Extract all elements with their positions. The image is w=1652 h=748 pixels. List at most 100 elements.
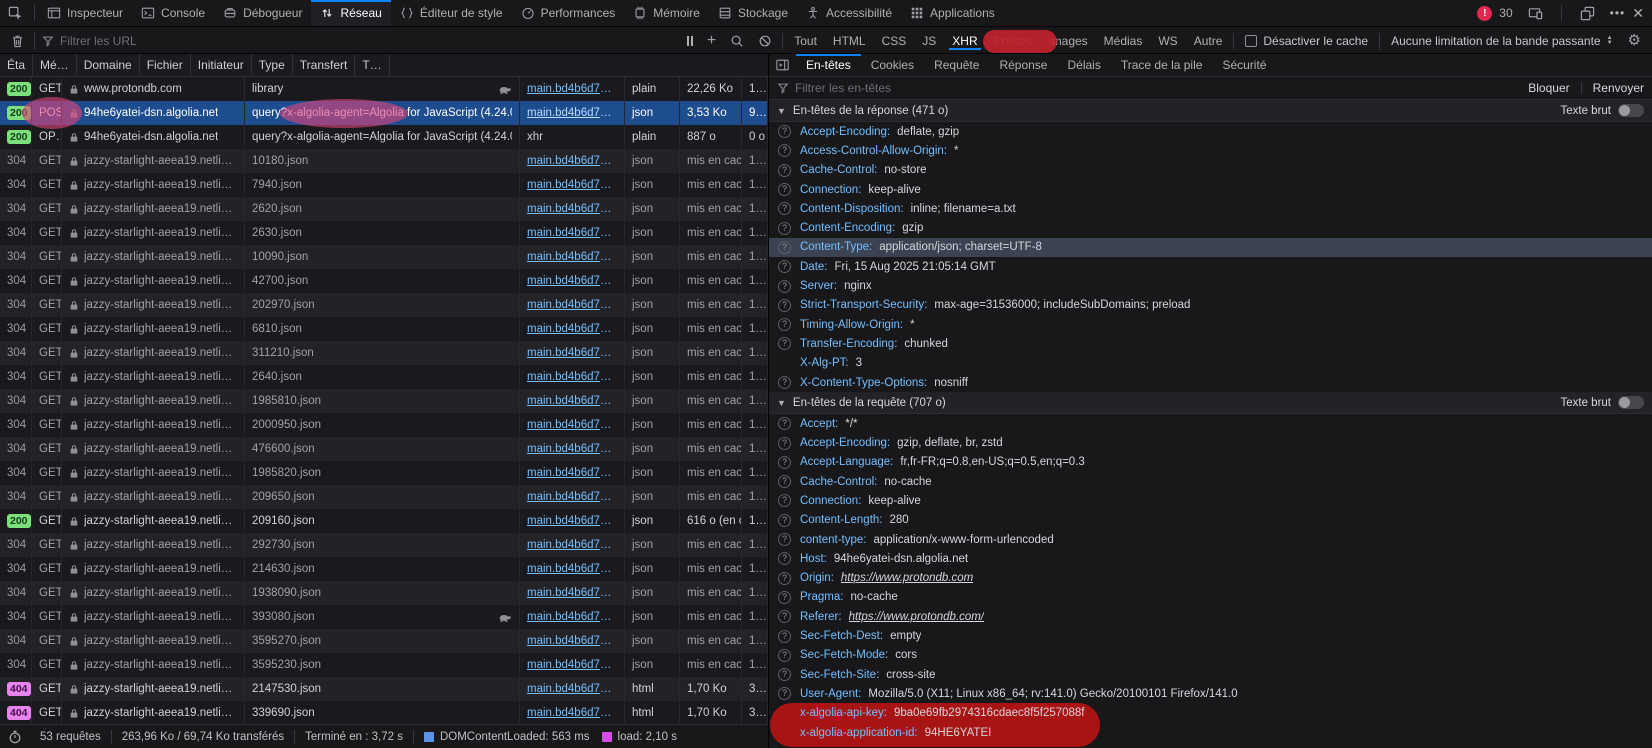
initiator-link[interactable]: xhr	[527, 131, 543, 143]
initiator-link[interactable]: main.bd4b6d75.j…	[527, 179, 617, 191]
header-row[interactable]: ? Host 94he6yatei-dsn.algolia.net	[769, 549, 1652, 568]
column-header[interactable]: Fichier	[140, 54, 191, 76]
header-help-icon[interactable]: ?	[778, 437, 791, 450]
request-row[interactable]: 200 OP… 94he6yatei-dsn.algolia.net query…	[0, 125, 768, 149]
header-help-icon[interactable]: ?	[778, 475, 791, 488]
pause-traffic-icon[interactable]	[680, 36, 700, 46]
header-help-icon[interactable]: ?	[778, 533, 791, 546]
request-row[interactable]: 304 GET jazzy-starlight-aeea19.netli… 79…	[0, 173, 768, 197]
initiator-link[interactable]: main.bd4b6d75.j…	[527, 587, 617, 599]
request-row[interactable]: 304 GET jazzy-starlight-aeea19.netli… 31…	[0, 341, 768, 365]
column-header[interactable]: Initiateur	[191, 54, 252, 76]
header-row[interactable]: ? User-Agent Mozilla/5.0 (X11; Linux x86…	[769, 684, 1652, 703]
request-row[interactable]: 304 GET jazzy-starlight-aeea19.netli… 10…	[0, 245, 768, 269]
header-help-icon[interactable]: ?	[778, 552, 791, 565]
clear-requests-icon[interactable]	[4, 34, 31, 48]
meatballs-menu-icon[interactable]: •••	[1610, 7, 1626, 19]
column-header[interactable]: Éta	[0, 54, 33, 76]
header-row[interactable]: ? Sec-Fetch-Site cross-site	[769, 665, 1652, 684]
header-help-icon[interactable]: ?	[778, 687, 791, 700]
header-help-icon[interactable]: ?	[778, 494, 791, 507]
initiator-link[interactable]: main.bd4b6d75.j…	[527, 443, 617, 455]
toolbox-tab[interactable]: Console	[132, 0, 214, 26]
search-icon[interactable]	[723, 34, 751, 48]
toolbox-tab[interactable]: Débogueur	[214, 0, 311, 26]
request-row[interactable]: 304 GET jazzy-starlight-aeea19.netli… 68…	[0, 317, 768, 341]
header-row[interactable]: ? Strict-Transport-Security max-age=3153…	[769, 296, 1652, 315]
request-row[interactable]: 304 GET jazzy-starlight-aeea19.netli… 20…	[0, 293, 768, 317]
request-row[interactable]: 200 GET jazzy-starlight-aeea19.netli… 20…	[0, 509, 768, 533]
header-help-icon[interactable]: ?	[778, 222, 791, 235]
column-header[interactable]: Type	[252, 54, 293, 76]
network-settings-gear-icon[interactable]: ⚙	[1621, 33, 1648, 48]
header-help-icon[interactable]: ?	[778, 649, 791, 662]
initiator-link[interactable]: main.bd4b6d75.j…	[527, 227, 617, 239]
request-row[interactable]: 304 GET jazzy-starlight-aeea19.netli… 29…	[0, 533, 768, 557]
header-row[interactable]: ? Content-Type application/json; charset…	[769, 238, 1652, 257]
header-row[interactable]: ? X-Content-Type-Options nosniff	[769, 373, 1652, 392]
initiator-link[interactable]: main.bd4b6d75.j…	[527, 515, 617, 527]
separate-window-icon[interactable]	[1572, 6, 1603, 21]
header-help-icon[interactable]: ?	[778, 591, 791, 604]
request-row[interactable]: 304 GET jazzy-starlight-aeea19.netli… 26…	[0, 197, 768, 221]
header-help-icon[interactable]: ?	[778, 299, 791, 312]
details-tab[interactable]: Trace de la pile	[1111, 54, 1213, 76]
load-time[interactable]: load: 2,10 s	[600, 731, 687, 743]
filter-pill[interactable]: HTML	[825, 30, 874, 52]
initiator-link[interactable]: main.bd4b6d75.j…	[527, 83, 617, 95]
header-row[interactable]: ? Sec-Fetch-Dest empty	[769, 626, 1652, 645]
filter-pill[interactable]: CSS	[874, 30, 915, 52]
close-devtools-icon[interactable]: ✕	[1632, 6, 1644, 20]
details-tab[interactable]: Réponse	[989, 54, 1057, 76]
header-row[interactable]: ? Pragma no-cache	[769, 588, 1652, 607]
filter-pill[interactable]: Images	[1040, 30, 1095, 52]
filter-pill[interactable]: JS	[914, 30, 944, 52]
header-help-icon[interactable]: ?	[778, 260, 791, 273]
reload-perf-icon[interactable]	[0, 730, 30, 744]
filter-pill[interactable]: WS	[1150, 30, 1185, 52]
request-row[interactable]: 304 GET jazzy-starlight-aeea19.netli… 35…	[0, 629, 768, 653]
details-tab[interactable]: Requête	[924, 54, 989, 76]
details-tab[interactable]: Délais	[1057, 54, 1110, 76]
initiator-link[interactable]: main.bd4b6d75.j…	[527, 683, 617, 695]
initiator-link[interactable]: main.bd4b6d75.j…	[527, 419, 617, 431]
header-row[interactable]: ? Accept-Encoding deflate, gzip	[769, 122, 1652, 141]
toggle-details-pane-icon[interactable]	[769, 54, 796, 76]
request-row[interactable]: 304 GET jazzy-starlight-aeea19.netli… 19…	[0, 581, 768, 605]
request-row[interactable]: 304 GET jazzy-starlight-aeea19.netli… 19…	[0, 389, 768, 413]
header-row[interactable]: ? Referer https://www.protondb.com/	[769, 607, 1652, 626]
initiator-link[interactable]: main.bd4b6d75.j…	[527, 611, 617, 623]
request-row[interactable]: 304 GET jazzy-starlight-aeea19.netli… 10…	[0, 149, 768, 173]
header-row[interactable]: ? X-Alg-PT 3	[769, 354, 1652, 373]
block-request-icon[interactable]	[751, 34, 779, 48]
filter-pill[interactable]: XHR	[944, 30, 985, 52]
header-row[interactable]: ? x-algolia-api-key 9ba0e69fb2974316cdae…	[769, 704, 1652, 723]
toolbox-tab[interactable]: Inspecteur	[38, 0, 132, 26]
header-help-icon[interactable]: ?	[778, 125, 791, 138]
header-help-icon[interactable]: ?	[778, 630, 791, 643]
header-help-icon[interactable]: ?	[778, 318, 791, 331]
raw-toggle-switch[interactable]	[1618, 104, 1644, 117]
header-help-icon[interactable]: ?	[778, 202, 791, 215]
header-row[interactable]: ? content-type application/x-www-form-ur…	[769, 530, 1652, 549]
header-row[interactable]: ? Sec-Fetch-Mode cors	[769, 646, 1652, 665]
header-row[interactable]: ? Timing-Allow-Origin *	[769, 315, 1652, 334]
header-row[interactable]: ? Accept-Encoding gzip, deflate, br, zst…	[769, 433, 1652, 452]
header-row[interactable]: ? Accept-Language fr,fr-FR;q=0.8,en-US;q…	[769, 453, 1652, 472]
header-help-icon[interactable]: ?	[778, 456, 791, 469]
header-row[interactable]: ? Origin https://www.protondb.com	[769, 569, 1652, 588]
request-row[interactable]: 304 GET jazzy-starlight-aeea19.netli… 20…	[0, 485, 768, 509]
header-row[interactable]: ? Content-Disposition inline; filename=a…	[769, 199, 1652, 218]
request-row[interactable]: 404 GET jazzy-starlight-aeea19.netli… 33…	[0, 701, 768, 724]
column-header[interactable]: Transfert	[293, 54, 356, 76]
url-filter-input[interactable]: Filtrer les URL	[38, 34, 680, 48]
header-help-icon[interactable]: ?	[778, 280, 791, 293]
request-headers-section[interactable]: ▼ En-têtes de la requête (707 o) Texte b…	[769, 392, 1652, 414]
initiator-link[interactable]: main.bd4b6d75.j…	[527, 635, 617, 647]
request-row[interactable]: 200 GET www.protondb.com library	[0, 77, 768, 101]
headers-filter-placeholder[interactable]: Filtrer les en-têtes	[795, 81, 891, 95]
header-help-icon[interactable]: ?	[778, 572, 791, 585]
header-help-icon[interactable]: ?	[778, 183, 791, 196]
header-help-icon[interactable]: ?	[778, 668, 791, 681]
header-help-icon[interactable]: ?	[778, 376, 791, 389]
